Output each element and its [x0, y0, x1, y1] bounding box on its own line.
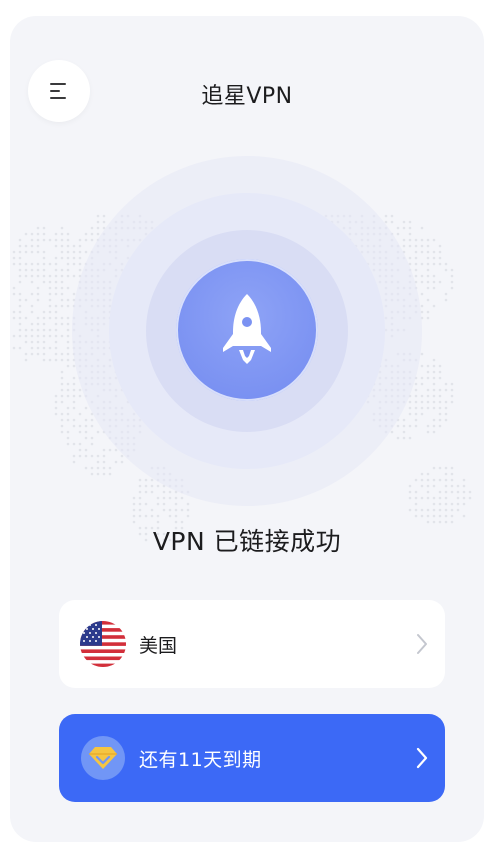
diamond-icon [89, 747, 117, 769]
subscription-expiry-text: 还有11天到期 [139, 749, 262, 771]
server-selector[interactable]: 美国 [59, 600, 445, 688]
diamond-icon-badge [81, 736, 125, 780]
subscription-banner[interactable]: 还有11天到期 [59, 714, 445, 802]
server-country-label: 美国 [139, 635, 178, 657]
rocket-icon [223, 294, 271, 364]
chevron-right-icon [416, 747, 428, 769]
chevron-right-icon [417, 634, 427, 654]
connection-status: VPN 已链接成功 [152, 527, 342, 556]
app-title: 追星VPN [201, 84, 293, 109]
app-screen: 追星VPN VPN 已链接成功 美国 还有11天到期 [10, 16, 484, 842]
connect-button[interactable] [176, 259, 318, 401]
us-flag-icon [80, 621, 126, 667]
